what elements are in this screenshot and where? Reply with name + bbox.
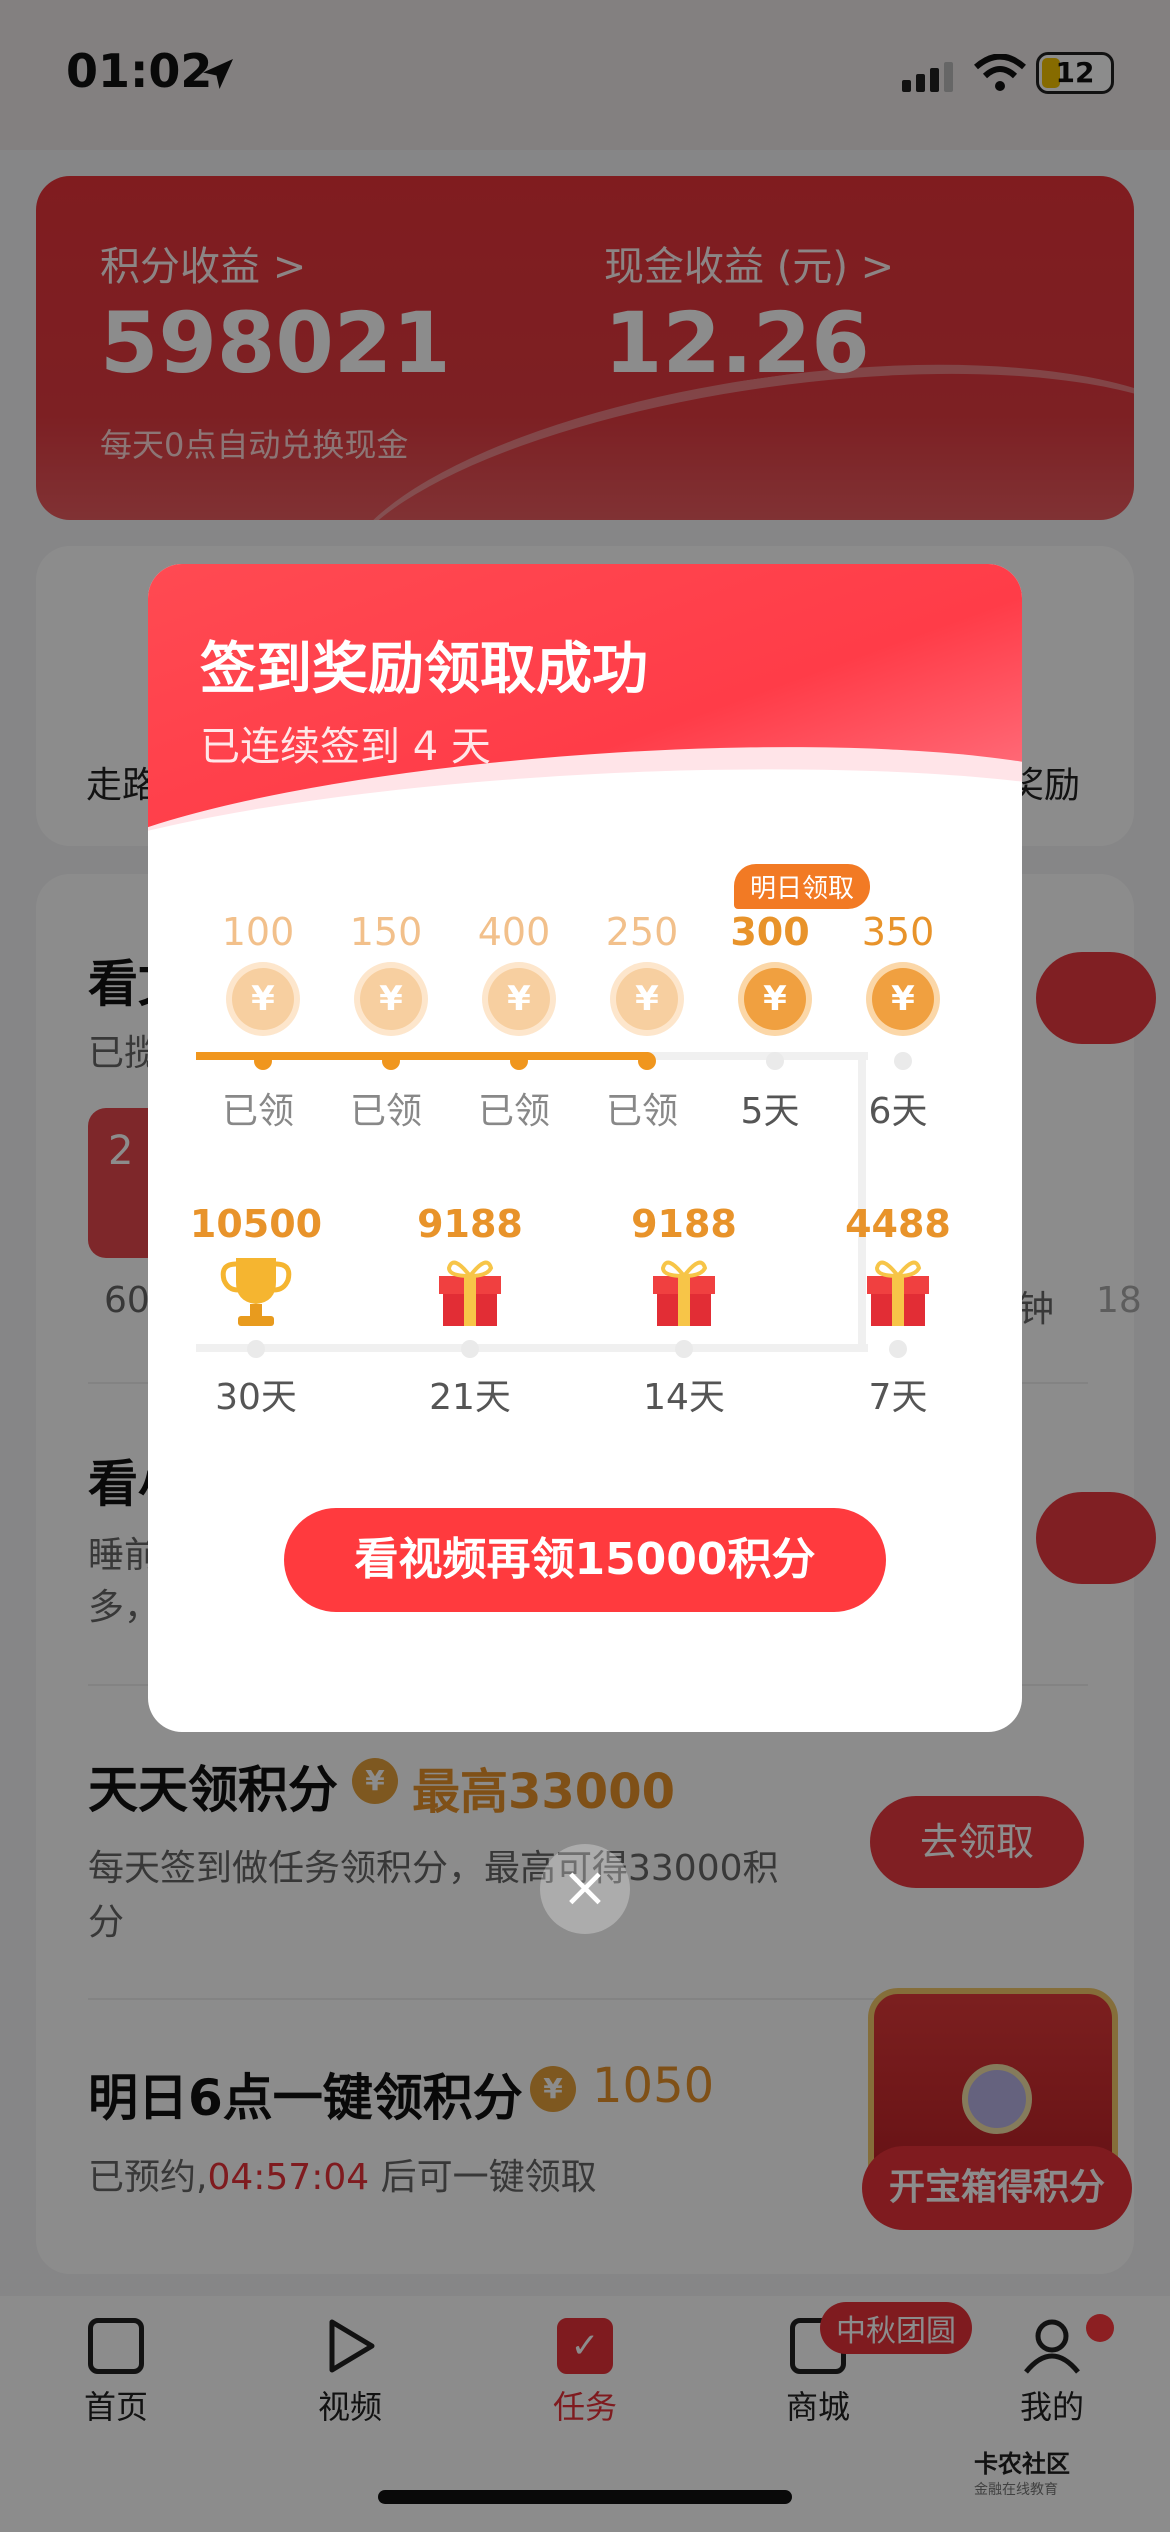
- trophy-icon: [220, 1258, 292, 1326]
- coin-icon: ¥: [360, 968, 422, 1030]
- day30-item: 10500 30天: [186, 1202, 326, 1420]
- day2-amount: 150: [349, 910, 423, 954]
- day14-item: 9188 14天: [614, 1202, 754, 1420]
- gift-icon: [867, 1260, 929, 1326]
- day2-status: 已领: [349, 1091, 422, 1132]
- day7-amount: 4488: [845, 1202, 951, 1246]
- day5-status: 5天: [740, 1091, 800, 1132]
- day14-label: 14天: [643, 1377, 725, 1418]
- day6-status: 6天: [868, 1091, 928, 1132]
- coin-icon: ¥: [872, 968, 934, 1030]
- day5-amount: 300: [730, 910, 810, 954]
- day6-amount: 350: [861, 910, 935, 954]
- day4-amount: 250: [605, 910, 679, 954]
- day3-amount: 400: [477, 910, 551, 954]
- day1-item: 100 ¥ 已领: [208, 910, 318, 1134]
- watch-video-button[interactable]: 看视频再领15000积分: [284, 1508, 886, 1612]
- day21-item: 9188 21天: [400, 1202, 540, 1420]
- day3-item: 400 ¥ 已领: [464, 910, 574, 1134]
- coin-icon: ¥: [616, 968, 678, 1030]
- modal-title: 签到奖励领取成功: [200, 637, 648, 702]
- day21-label: 21天: [429, 1377, 511, 1418]
- day7-item: 4488 7天: [828, 1202, 968, 1420]
- day4-item: 250 ¥ 已领: [592, 910, 702, 1134]
- coin-icon: ¥: [488, 968, 550, 1030]
- day2-item: 150 ¥ 已领: [336, 910, 446, 1134]
- coin-icon: ¥: [744, 968, 806, 1030]
- day5-item: 300 ¥ 5天: [720, 910, 830, 1134]
- close-icon[interactable]: ×: [540, 1844, 630, 1934]
- day1-status: 已领: [221, 1091, 294, 1132]
- day7-label: 7天: [868, 1377, 928, 1418]
- day3-status: 已领: [477, 1091, 550, 1132]
- day6-item: 350 ¥ 6天: [848, 910, 958, 1134]
- day30-amount: 10500: [189, 1202, 323, 1246]
- tomorrow-tag: 明日领取: [734, 864, 871, 909]
- coin-icon: ¥: [232, 968, 294, 1030]
- day30-label: 30天: [215, 1377, 297, 1418]
- day14-amount: 9188: [631, 1202, 737, 1246]
- modal-subtitle: 已连续签到 4 天: [200, 724, 491, 770]
- day1-amount: 100: [221, 910, 295, 954]
- day21-amount: 9188: [417, 1202, 523, 1246]
- gift-icon: [439, 1260, 501, 1326]
- checkin-modal: 签到奖励领取成功 已连续签到 4 天 明日领取 100 ¥ 已领 150 ¥ 已…: [148, 564, 1022, 1732]
- gift-icon: [653, 1260, 715, 1326]
- day4-status: 已领: [605, 1091, 678, 1132]
